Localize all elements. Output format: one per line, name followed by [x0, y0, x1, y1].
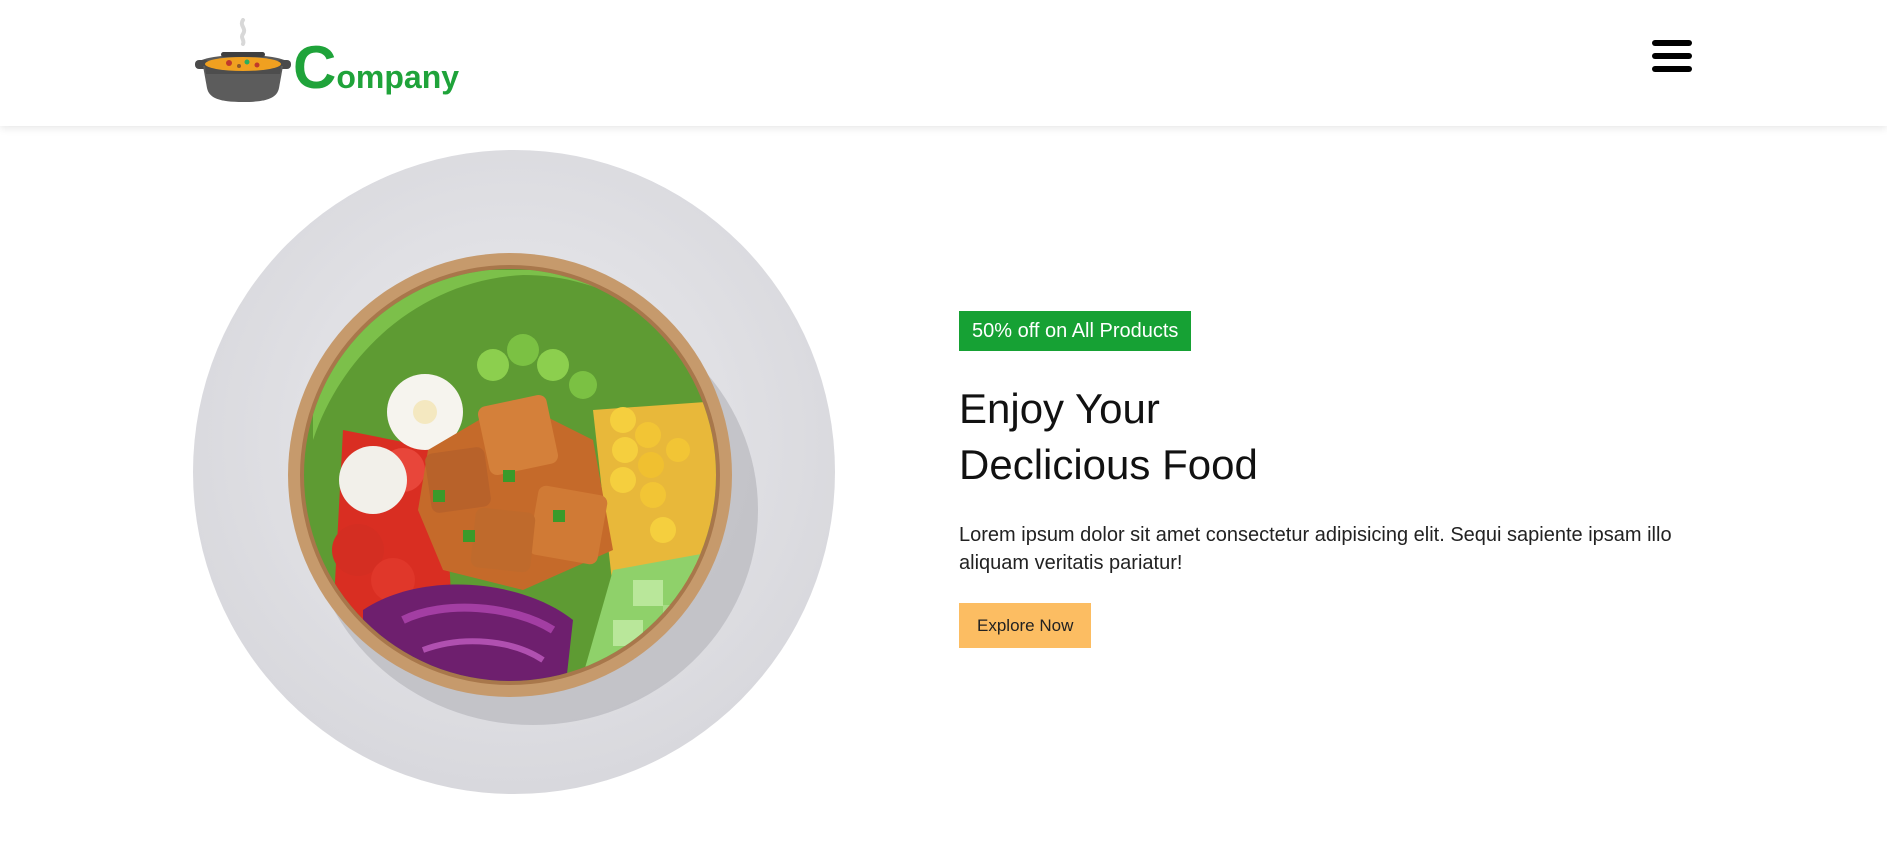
explore-now-button[interactable]: Explore Now [959, 603, 1092, 648]
headline-line-1: Enjoy Your [959, 385, 1160, 432]
hero-description: Lorem ipsum dolor sit amet consectetur a… [959, 524, 1672, 574]
company-logo[interactable]: Company [195, 18, 459, 102]
menu-bar-top [1652, 40, 1692, 46]
hero-content: 50% off on All Products Enjoy Your Decli… [959, 311, 1679, 648]
company-wordmark: Company [293, 38, 459, 98]
site-header: Company [0, 0, 1887, 126]
hamburger-menu-icon[interactable] [1650, 40, 1694, 80]
menu-bar-bottom [1652, 66, 1692, 72]
logo-first-letter: C [293, 34, 337, 101]
headline-line-2: Declicious Food [959, 441, 1258, 488]
discount-badge: 50% off on All Products [959, 311, 1192, 351]
soup-pot-icon [195, 18, 291, 102]
hero-headline: Enjoy Your Declicious Food [959, 381, 1679, 493]
menu-bar-middle [1652, 53, 1692, 59]
salad-bowl-photo [193, 150, 835, 794]
logo-rest-text: ompany [336, 59, 460, 95]
